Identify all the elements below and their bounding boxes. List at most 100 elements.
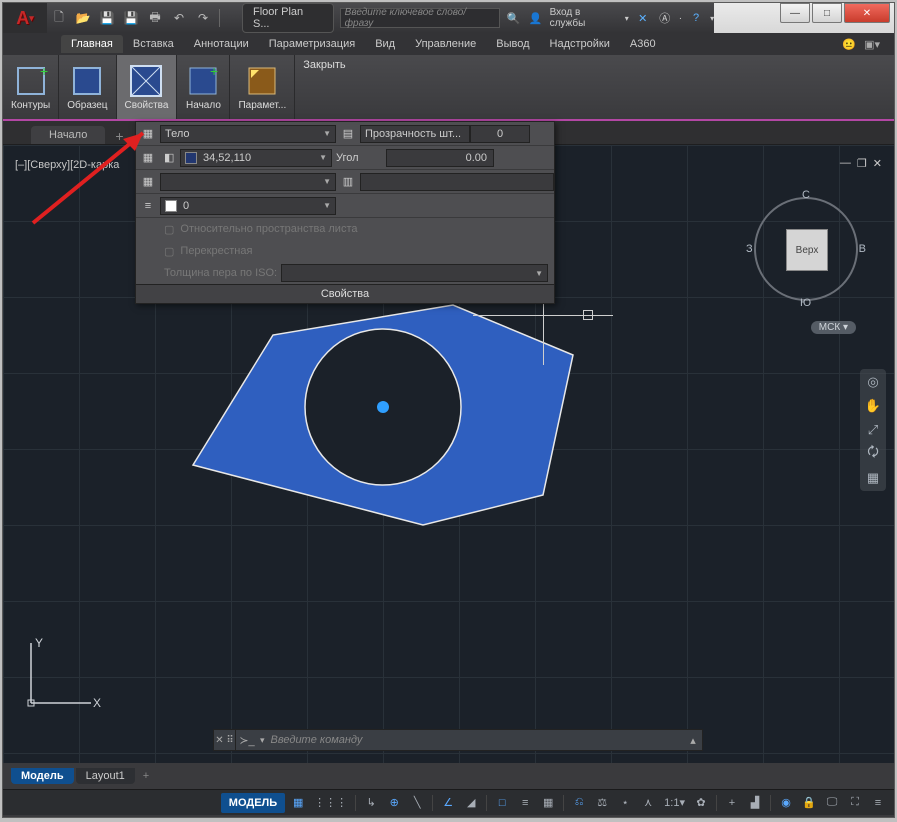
vp-close-icon[interactable]: ✕ <box>873 157 882 170</box>
ribbon-collapse-icon[interactable]: ▣▾ <box>864 38 880 51</box>
sb-units-icon[interactable]: ▟ <box>745 793 765 813</box>
viewcube-east[interactable]: В <box>859 243 866 255</box>
file-tab-start[interactable]: Начало <box>31 126 105 144</box>
app-menu-button[interactable]: A▾ <box>3 3 47 33</box>
login-label[interactable]: Вход в службы <box>550 7 619 29</box>
sb-modelspace-button[interactable]: МОДЕЛЬ <box>221 793 285 813</box>
tab-model[interactable]: Модель <box>11 768 74 784</box>
tab-addins[interactable]: Надстройки <box>540 35 620 53</box>
tab-parametric[interactable]: Параметризация <box>259 35 365 53</box>
sb-iso-icon[interactable]: ╲ <box>407 793 427 813</box>
cmdline-history-icon[interactable]: ▴ <box>684 734 702 747</box>
tab-layout1[interactable]: Layout1 <box>76 768 135 784</box>
ribbon-close-button[interactable]: Закрыть <box>295 55 353 75</box>
a360-icon[interactable]: Ⓐ <box>657 10 673 26</box>
sb-osnap-icon[interactable]: ∠ <box>438 793 458 813</box>
sb-ui-lock-icon[interactable]: 🔒 <box>799 793 819 813</box>
ribbon-btn-pattern[interactable]: Образец <box>59 55 116 119</box>
ribbon-btn-origin[interactable]: + Начало <box>177 55 230 119</box>
exchange-icon[interactable]: ✕ <box>635 10 651 26</box>
sb-qp-icon[interactable]: ◉ <box>776 793 796 813</box>
viewcube-north[interactable]: С <box>802 189 810 201</box>
cmdline-close-icon[interactable]: ✕ ⠿ <box>214 730 236 750</box>
undo-icon[interactable]: ↶ <box>169 8 189 28</box>
sb-cleanscreen-icon[interactable]: ⛶ <box>845 793 865 813</box>
tab-output[interactable]: Вывод <box>486 35 539 53</box>
boundaries-icon: + <box>13 64 49 98</box>
file-tab-add[interactable]: + <box>109 128 129 144</box>
featured-apps-icon[interactable]: 😐 <box>842 38 856 51</box>
search-input[interactable]: Введите ключевое слово/фразу <box>340 8 500 28</box>
infocenter-search-icon[interactable]: 🔍 <box>506 10 522 26</box>
window-maximize-button[interactable]: □ <box>812 3 842 23</box>
hatch-type-dropdown[interactable]: Тело▼ <box>160 125 336 143</box>
sb-annoscale-icon[interactable]: ⚖ <box>592 793 612 813</box>
vp-minimize-icon[interactable]: — <box>840 157 851 170</box>
pattern-icon <box>69 64 105 98</box>
ribbon-btn-properties[interactable]: Свойства <box>117 55 178 119</box>
tab-a360[interactable]: A360 <box>620 35 666 53</box>
help-icon[interactable]: ? <box>688 10 704 26</box>
sb-lwdisplay-icon[interactable]: ≡ <box>515 793 535 813</box>
wheel-icon[interactable]: ◎ <box>864 373 882 391</box>
sb-custom-icon[interactable]: ≡ <box>868 793 888 813</box>
hatch-color-dropdown[interactable]: 34,52,110▼ <box>180 149 332 167</box>
ribbon-btn-options[interactable]: Парамет... <box>230 55 295 119</box>
showmotion-icon[interactable]: ▦ <box>864 469 882 487</box>
zoom-extents-icon[interactable]: ⤢ <box>864 421 882 439</box>
sb-grid-icon[interactable]: ▦ <box>288 793 308 813</box>
pen-iso-dropdown: ▼ <box>281 264 548 282</box>
tab-insert[interactable]: Вставка <box>123 35 184 53</box>
viewcube-face-top[interactable]: Верх <box>786 229 828 271</box>
pan-icon[interactable]: ✋ <box>864 397 882 415</box>
sb-hardware-icon[interactable]: 🖵 <box>822 793 842 813</box>
sb-annomonitor-icon[interactable]: + <box>722 793 742 813</box>
angle-value[interactable]: 0.00 <box>386 149 494 167</box>
saveas-icon[interactable]: 💾 <box>121 8 141 28</box>
hatch-object[interactable] <box>143 265 623 585</box>
sb-autoscale-icon[interactable]: ⋏ <box>638 793 658 813</box>
save-icon[interactable]: 💾 <box>97 8 117 28</box>
open-icon[interactable]: 📂 <box>73 8 93 28</box>
cmdline-input[interactable]: Введите команду <box>267 734 684 746</box>
viewcube-west[interactable]: З <box>746 243 753 255</box>
tab-annotate[interactable]: Аннотации <box>184 35 259 53</box>
user-icon[interactable]: 👤 <box>528 10 544 26</box>
color-picker-icon[interactable]: ◧ <box>160 146 180 169</box>
sb-snap-icon[interactable]: ⋮⋮⋮ <box>311 793 350 813</box>
window-close-button[interactable]: ✕ <box>844 3 890 23</box>
vp-restore-icon[interactable]: ❐ <box>857 157 867 170</box>
lineweight-dropdown[interactable]: 0▼ <box>160 197 336 215</box>
sb-otrack-icon[interactable]: □ <box>492 793 512 813</box>
sb-annovis-icon[interactable]: ⋆ <box>615 793 635 813</box>
orbit-icon[interactable]: 🗘 <box>864 445 882 463</box>
ribbon-btn-boundaries[interactable]: + Контуры <box>3 55 59 119</box>
scale-dropdown[interactable] <box>360 173 554 191</box>
viewport-label[interactable]: [–][Сверху][2D-карка <box>15 159 119 171</box>
wcs-badge[interactable]: МСК ▾ <box>811 321 856 334</box>
viewcube[interactable]: Верх С Ю В З <box>746 189 866 309</box>
sb-cycling-icon[interactable]: ⎌ <box>569 793 589 813</box>
transparency-value[interactable]: 0 <box>470 125 530 143</box>
sb-transparency-icon[interactable]: ▦ <box>538 793 558 813</box>
props-panel-title[interactable]: Свойства <box>136 284 554 303</box>
plot-icon[interactable]: 🖶 <box>145 8 165 28</box>
lineweight-icon: ≡ <box>136 194 160 217</box>
sb-3dosnap-icon[interactable]: ◢ <box>461 793 481 813</box>
tab-view[interactable]: Вид <box>365 35 405 53</box>
window-minimize-button[interactable]: — <box>780 3 810 23</box>
background-color-dropdown[interactable]: ▼ <box>160 173 336 191</box>
transparency-dropdown[interactable]: Прозрачность шт... <box>360 125 470 143</box>
sb-ortho-icon[interactable]: ↳ <box>361 793 381 813</box>
viewcube-south[interactable]: Ю <box>800 297 811 309</box>
sb-scale-label[interactable]: 1:1▾ <box>661 793 688 813</box>
new-icon[interactable]: 🗋 <box>49 8 69 28</box>
tab-home[interactable]: Главная <box>61 35 123 53</box>
ribbon-btn-label: Контуры <box>11 100 50 111</box>
tab-add-layout[interactable]: + <box>137 770 155 782</box>
command-line[interactable]: ✕ ⠿ ≻_ ▾ Введите команду ▴ <box>213 729 703 751</box>
tab-manage[interactable]: Управление <box>405 35 486 53</box>
sb-polar-icon[interactable]: ⊕ <box>384 793 404 813</box>
redo-icon[interactable]: ↷ <box>193 8 213 28</box>
sb-workspace-icon[interactable]: ✿ <box>691 793 711 813</box>
